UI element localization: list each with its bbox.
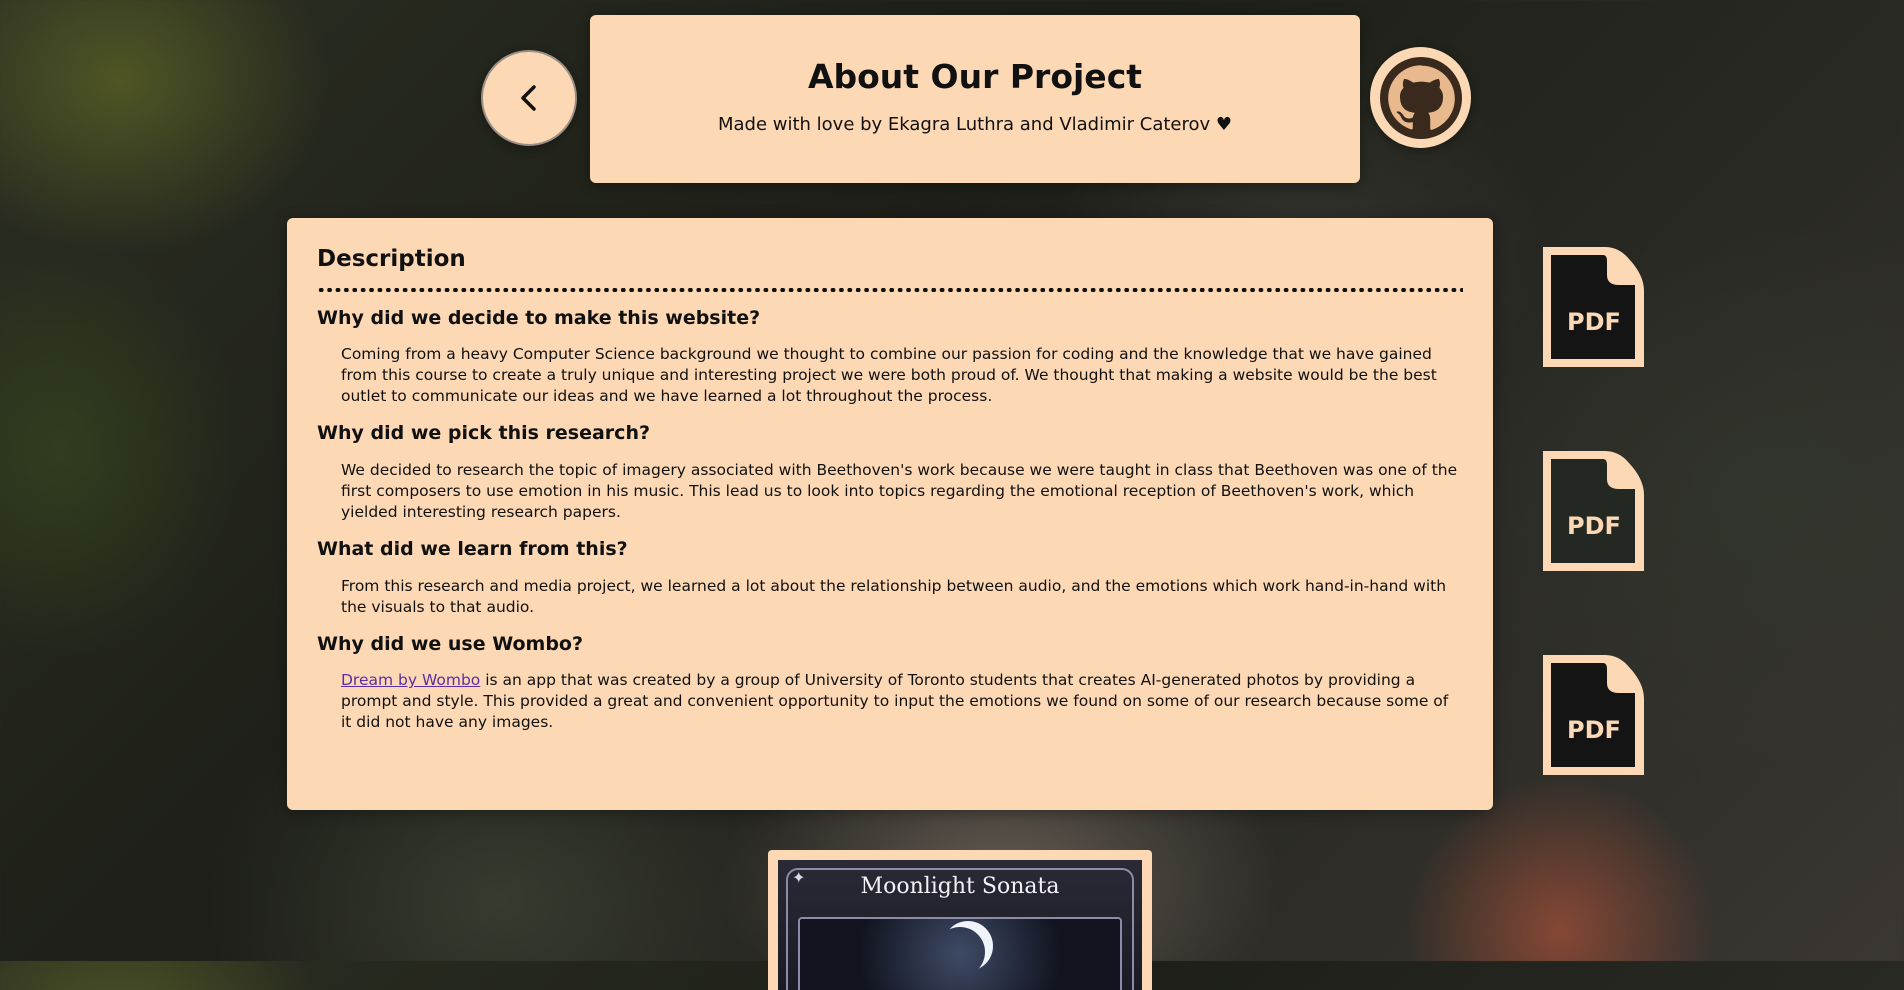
preview-image — [798, 917, 1122, 990]
pdf-file-icon: PDF — [1543, 451, 1644, 571]
pdf-file-icon: PDF — [1543, 655, 1644, 775]
section-heading: Description — [317, 246, 466, 272]
qa-answer: Dream by Wombo is an app that was create… — [341, 670, 1463, 733]
qa-item: Why did we pick this research? We decide… — [317, 421, 1463, 523]
preview-title: Moonlight Sonata — [860, 874, 1060, 899]
description-card: Description Why did we decide to make th… — [287, 218, 1493, 810]
back-button[interactable] — [481, 50, 577, 146]
pdf-link-2[interactable]: PDF — [1543, 451, 1644, 571]
qa-item: Why did we use Wombo? Dream by Wombo is … — [317, 632, 1463, 734]
pdf-label: PDF — [1567, 308, 1621, 336]
qa-question: Why did we pick this research? — [317, 422, 650, 445]
qa-answer-text: is an app that was created by a group of… — [341, 671, 1449, 732]
qa-question: Why did we use Wombo? — [317, 632, 584, 655]
qa-item: Why did we decide to make this website? … — [317, 306, 1463, 408]
pdf-link-3[interactable]: PDF — [1543, 655, 1644, 775]
pdf-label: PDF — [1567, 716, 1621, 744]
preview-artwork: ✦ Moonlight Sonata — [778, 860, 1142, 990]
pdf-link-1[interactable]: PDF — [1543, 247, 1644, 367]
moon-icon — [935, 927, 985, 977]
pdf-file-icon: PDF — [1543, 247, 1644, 367]
chevron-left-icon — [521, 85, 536, 111]
qa-item: What did we learn from this? From this r… — [317, 537, 1463, 618]
github-button[interactable] — [1370, 47, 1471, 148]
qa-answer: From this research and media project, we… — [341, 576, 1447, 616]
dotted-divider — [317, 287, 1463, 292]
qa-question: Why did we decide to make this website? — [317, 306, 761, 329]
preview-card[interactable]: ✦ Moonlight Sonata — [768, 850, 1152, 990]
page-title: About Our Project — [807, 57, 1143, 96]
qa-answer: We decided to research the topic of imag… — [341, 460, 1458, 521]
wombo-link[interactable]: Dream by Wombo — [341, 671, 480, 689]
page-subtitle: Made with love by Ekagra Luthra and Vlad… — [717, 114, 1233, 135]
github-icon — [1379, 56, 1462, 139]
qa-question: What did we learn from this? — [317, 537, 628, 560]
pdf-label: PDF — [1567, 512, 1621, 540]
qa-answer: Coming from a heavy Computer Science bac… — [341, 345, 1437, 406]
header-card: About Our Project Made with love by Ekag… — [590, 15, 1360, 183]
